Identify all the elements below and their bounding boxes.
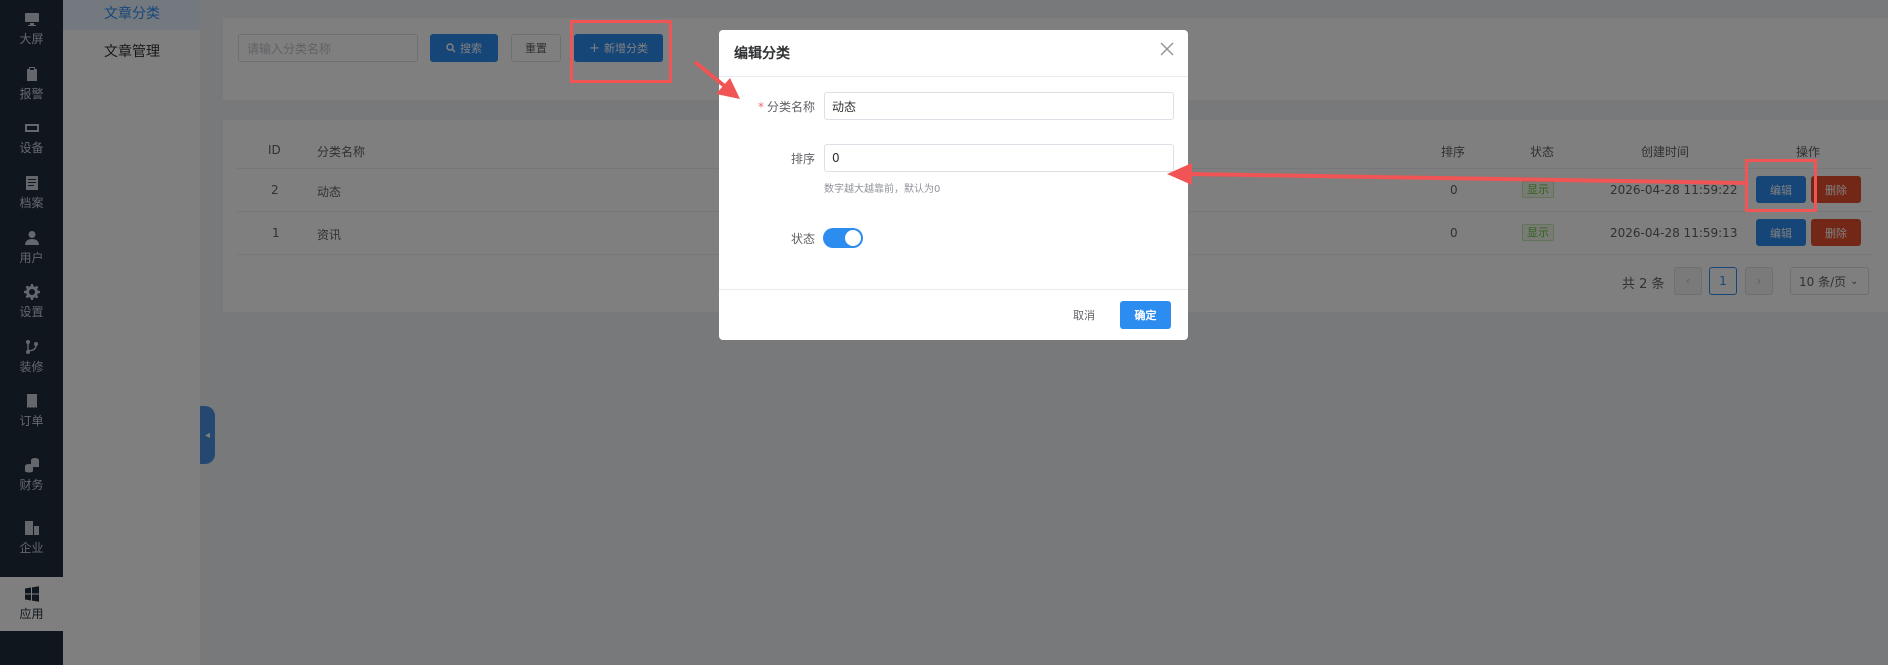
status-switch[interactable] — [823, 228, 863, 248]
name-label: * 分类名称 — [719, 98, 815, 115]
required-mark: * — [757, 100, 764, 114]
sort-hint: 数字越大越靠前，默认为0 — [824, 184, 941, 195]
confirm-button[interactable]: 确定 — [1120, 301, 1171, 329]
dialog-footer-divider — [719, 289, 1188, 290]
edit-category-dialog: 编辑分类 * 分类名称 动态 排序 0 数字越大越靠前，默认为0 状态 取消 确定 — [719, 30, 1188, 340]
highlight-add-button — [570, 20, 672, 83]
close-icon[interactable] — [1158, 40, 1176, 58]
highlight-edit-button — [1745, 159, 1817, 212]
dialog-title: 编辑分类 — [734, 46, 790, 62]
sort-field[interactable]: 0 — [824, 144, 1174, 172]
name-label-text: 分类名称 — [766, 100, 815, 114]
sort-label: 排序 — [790, 152, 815, 166]
status-label: 状态 — [790, 232, 815, 246]
category-name-field[interactable]: 动态 — [824, 92, 1174, 120]
cancel-button[interactable]: 取消 — [1059, 301, 1109, 329]
switch-knob — [845, 230, 861, 246]
dialog-header-divider — [719, 76, 1188, 77]
